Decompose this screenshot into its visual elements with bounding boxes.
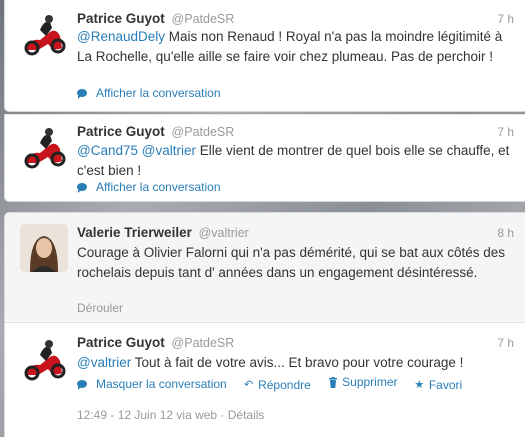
- reply-button[interactable]: ↶ Répondre: [243, 378, 311, 392]
- user-fullname[interactable]: Patrice Guyot: [77, 335, 165, 350]
- speech-bubble-icon: [77, 89, 87, 99]
- reply-arrow-icon: ↶: [243, 378, 254, 391]
- hide-conversation-link[interactable]: Masquer la conversation: [77, 377, 227, 391]
- user-fullname[interactable]: Patrice Guyot: [77, 124, 165, 139]
- tweet-card-2: Patrice Guyot @PatdeSR 7 h @Cand75 @valt…: [4, 114, 525, 202]
- tweet-time[interactable]: 8 h: [497, 226, 514, 240]
- tweet-actions: Afficher la conversation: [77, 86, 234, 100]
- tweet[interactable]: Patrice Guyot @PatdeSR 7 h @valtrier Tou…: [5, 323, 525, 437]
- tweet-time[interactable]: 7 h: [497, 125, 514, 139]
- show-conversation-link[interactable]: Afficher la conversation: [77, 86, 221, 100]
- avatar[interactable]: [20, 335, 68, 383]
- tweet[interactable]: Patrice Guyot @PatdeSR 7 h @Cand75 @valt…: [5, 115, 525, 201]
- show-conversation-link[interactable]: Afficher la conversation: [77, 180, 221, 194]
- tweet-text: @Cand75 @valtrier Elle vient de montrer …: [77, 143, 510, 178]
- tweet-text: @RenaudDely Mais non Renaud ! Royal n'a …: [77, 29, 503, 64]
- mention-link[interactable]: @valtrier: [142, 143, 196, 158]
- tweet-text: Courage à Olivier Falorni qui n'a pas dé…: [77, 245, 506, 280]
- user-handle[interactable]: @PatdeSR: [172, 12, 235, 26]
- avatar[interactable]: [20, 10, 68, 58]
- mention-link[interactable]: @Cand75: [77, 143, 138, 158]
- expand-link[interactable]: Dérouler: [77, 301, 123, 315]
- tweet-time[interactable]: 7 h: [497, 12, 514, 26]
- tweet-timestamp[interactable]: 12:49 - 12 Juin 12 via web · Détails: [77, 408, 264, 422]
- tweet-time[interactable]: 7 h: [497, 336, 514, 350]
- speech-bubble-icon: [77, 183, 87, 193]
- tweet-header: Valerie Trierweiler @valtrier: [77, 225, 514, 240]
- trash-icon: [327, 376, 338, 388]
- tweet-meta: 12:49 - 12 Juin 12 via web · Détails: [77, 408, 264, 422]
- tweet-header: Patrice Guyot @PatdeSR: [77, 335, 514, 350]
- mention-link[interactable]: @valtrier: [77, 355, 131, 370]
- avatar[interactable]: [20, 123, 68, 171]
- user-handle[interactable]: @PatdeSR: [172, 336, 235, 350]
- avatar[interactable]: [20, 224, 68, 272]
- tweet-actions: Masquer la conversation ↶ Répondre Suppr…: [77, 375, 475, 392]
- favorite-button[interactable]: ★ Favori: [414, 378, 462, 392]
- tweet-text: @valtrier Tout à fait de votre avis... E…: [77, 355, 464, 370]
- tweet-card-1: Patrice Guyot @PatdeSR 7 h @RenaudDely M…: [4, 0, 525, 112]
- user-handle[interactable]: @valtrier: [199, 226, 249, 240]
- tweet-header: Patrice Guyot @PatdeSR: [77, 11, 514, 26]
- tweet[interactable]: Patrice Guyot @PatdeSR 7 h @RenaudDely M…: [5, 0, 525, 111]
- user-handle[interactable]: @PatdeSR: [172, 125, 235, 139]
- user-fullname[interactable]: Patrice Guyot: [77, 11, 165, 26]
- user-fullname[interactable]: Valerie Trierweiler: [77, 225, 192, 240]
- speech-bubble-icon: [77, 379, 87, 390]
- tweet-header: Patrice Guyot @PatdeSR: [77, 124, 514, 139]
- tweet[interactable]: Valerie Trierweiler @valtrier 8 h Courag…: [5, 213, 525, 323]
- mention-link[interactable]: @RenaudDely: [77, 29, 165, 44]
- star-icon: ★: [414, 378, 425, 391]
- tweet-actions: Afficher la conversation: [77, 180, 234, 194]
- conversation-card: Valerie Trierweiler @valtrier 8 h Courag…: [4, 212, 525, 437]
- delete-button[interactable]: Supprimer: [327, 375, 398, 389]
